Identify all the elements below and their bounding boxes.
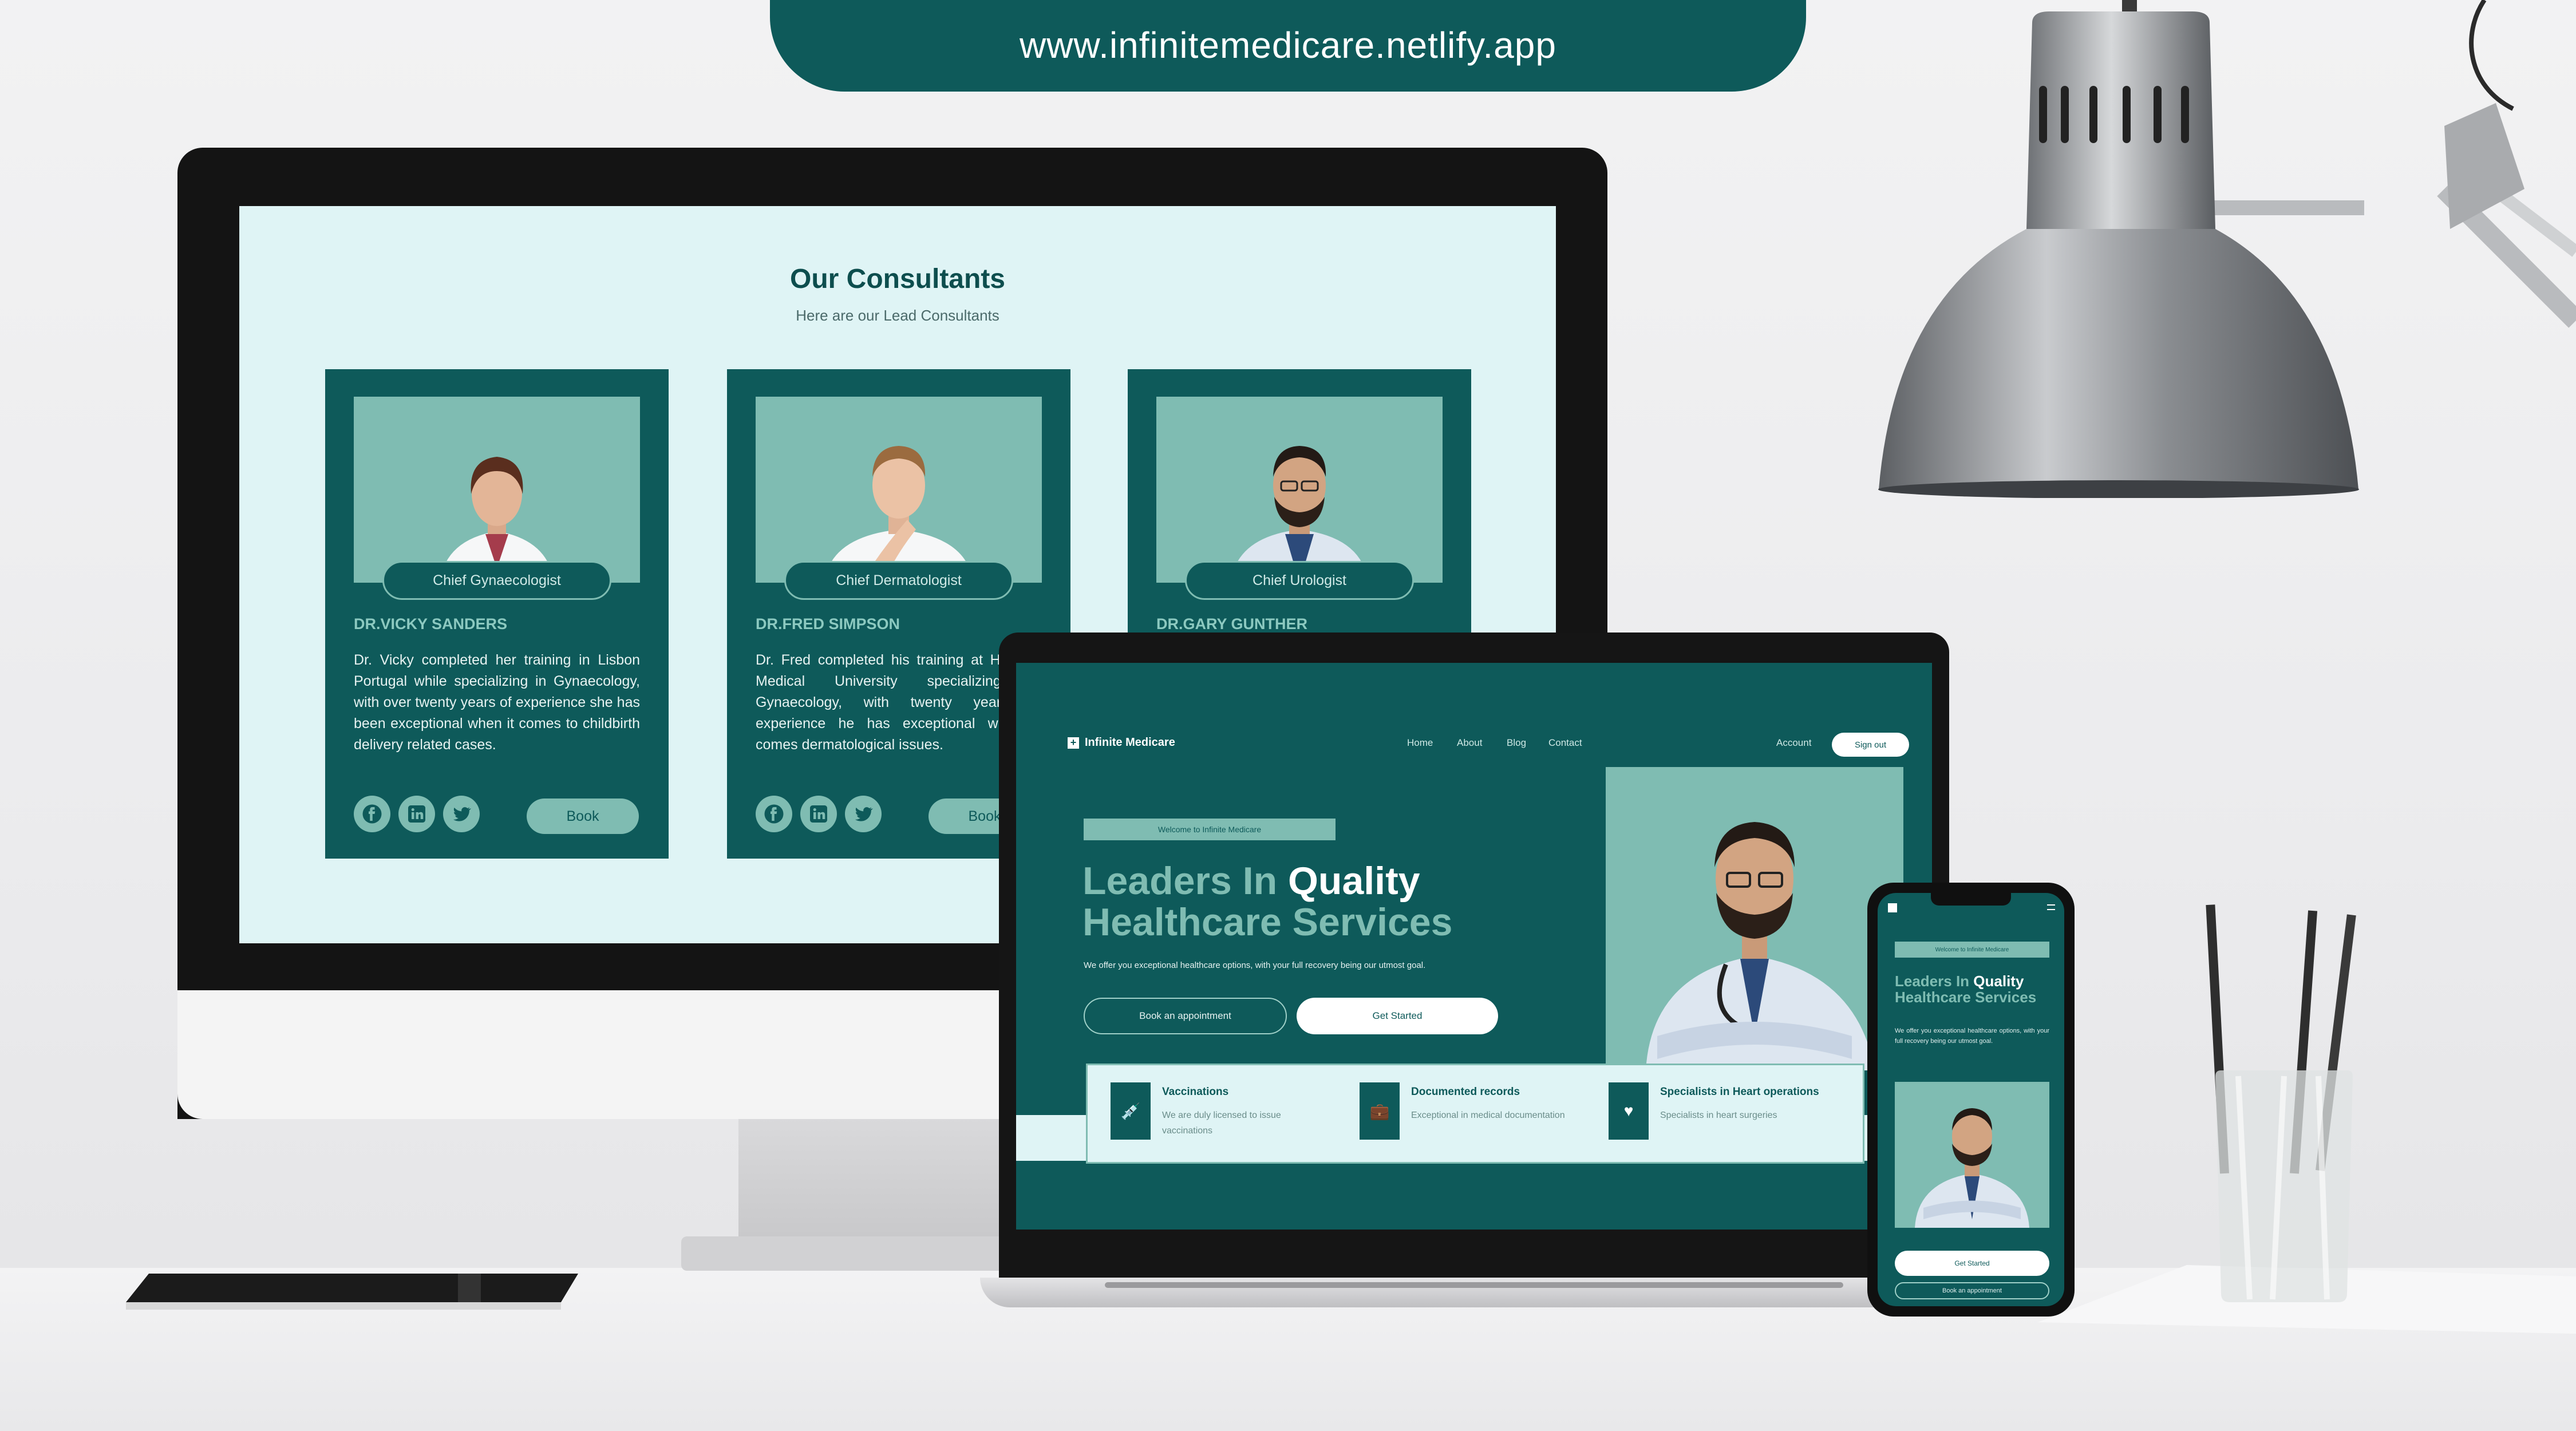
hero-headline: Leaders In Quality Healthcare Services bbox=[1082, 860, 1452, 943]
headline-highlight: Quality bbox=[1288, 859, 1420, 903]
role-badge: Chief Gynaecologist bbox=[382, 561, 611, 600]
notebook bbox=[126, 1274, 578, 1310]
feature-desc: We are duly licensed to issue vaccinatio… bbox=[1162, 1110, 1281, 1136]
hero-image bbox=[1895, 1082, 2049, 1228]
laptop-screen: + Infinite Medicare Home About Blog Cont… bbox=[1016, 663, 1932, 1230]
facebook-icon[interactable] bbox=[756, 796, 792, 832]
hero-intro: We offer you exceptional healthcare opti… bbox=[1895, 1027, 2049, 1045]
consultant-photo bbox=[756, 397, 1042, 583]
social-links bbox=[354, 796, 480, 832]
welcome-badge: Welcome to Infinite Medicare bbox=[1895, 942, 2049, 958]
feature-desc: Specialists in heart surgeries bbox=[1660, 1110, 1777, 1120]
welcome-badge: Welcome to Infinite Medicare bbox=[1084, 819, 1336, 840]
account-link[interactable]: Account bbox=[1776, 737, 1811, 749]
consultant-bio: Dr. Vicky completed her training in Lisb… bbox=[354, 652, 640, 753]
site-url[interactable]: www.infinitemedicare.netlify.app bbox=[1020, 24, 1556, 66]
nav-home[interactable]: Home bbox=[1407, 737, 1433, 749]
nav-blog[interactable]: Blog bbox=[1507, 737, 1526, 749]
get-started-button[interactable]: Get Started bbox=[1297, 998, 1498, 1034]
phone-notch bbox=[1931, 893, 2011, 906]
feature-title: Specialists in Heart operations bbox=[1660, 1086, 1819, 1098]
headline-part: Healthcare Services bbox=[1895, 989, 2037, 1006]
book-button[interactable]: Book bbox=[527, 798, 639, 834]
hamburger-menu-icon[interactable] bbox=[2047, 904, 2055, 910]
book-appointment-button[interactable]: Book an appointment bbox=[1084, 998, 1287, 1034]
syringe-icon: 💉 bbox=[1111, 1082, 1151, 1140]
consultant-name: DR.VICKY SANDERS bbox=[354, 615, 508, 633]
twitter-icon[interactable] bbox=[845, 796, 882, 832]
heart-monitor-icon: ♥ bbox=[1609, 1082, 1649, 1140]
pencil-cup bbox=[2206, 904, 2356, 1302]
role-badge: Chief Dermatologist bbox=[784, 561, 1013, 600]
feature-title: Documented records bbox=[1411, 1086, 1520, 1098]
headline-highlight: Quality bbox=[1973, 973, 2024, 990]
nav-about[interactable]: About bbox=[1457, 737, 1482, 749]
twitter-icon[interactable] bbox=[443, 796, 480, 832]
desk-lamp bbox=[1878, 0, 2576, 498]
plus-icon bbox=[1888, 903, 1897, 912]
brand-name: Infinite Medicare bbox=[1085, 736, 1175, 749]
brand-logo[interactable]: + Infinite Medicare bbox=[1068, 736, 1175, 749]
headline-part: Leaders In bbox=[1082, 859, 1289, 903]
laptop-hinge bbox=[1105, 1282, 1843, 1288]
briefcase-icon: 💼 bbox=[1360, 1082, 1400, 1140]
consultant-name: DR.FRED SIMPSON bbox=[756, 615, 900, 633]
phone-screen: Welcome to Infinite Medicare Leaders In … bbox=[1878, 893, 2064, 1306]
features-panel: 💉 Vaccinations We are duly licensed to i… bbox=[1086, 1064, 1864, 1164]
get-started-button[interactable]: Get Started bbox=[1895, 1251, 2049, 1276]
headline-part: Leaders In bbox=[1895, 973, 1974, 990]
hero-image bbox=[1606, 767, 1903, 1070]
consultant-photo bbox=[354, 397, 640, 583]
section-subtitle: Here are our Lead Consultants bbox=[796, 307, 999, 324]
sign-out-button[interactable]: Sign out bbox=[1832, 733, 1909, 757]
consultant-photo bbox=[1156, 397, 1443, 583]
plus-icon: + bbox=[1068, 737, 1079, 749]
hero-intro: We offer you exceptional healthcare opti… bbox=[1084, 960, 1426, 970]
linkedin-icon[interactable] bbox=[398, 796, 435, 832]
feature-desc: Exceptional in medical documentation bbox=[1411, 1110, 1565, 1120]
section-title: Our Consultants bbox=[789, 264, 1005, 294]
role-badge: Chief Urologist bbox=[1185, 561, 1414, 600]
book-appointment-button[interactable]: Book an appointment bbox=[1895, 1282, 2049, 1299]
consultant-card: Chief Gynaecologist DR.VICKY SANDERS Dr.… bbox=[325, 369, 669, 859]
social-links bbox=[756, 796, 882, 832]
nav-contact[interactable]: Contact bbox=[1548, 737, 1582, 749]
facebook-icon[interactable] bbox=[354, 796, 390, 832]
headline-part: Healthcare Services bbox=[1082, 900, 1453, 944]
consultant-name: DR.GARY GUNTHER bbox=[1156, 615, 1308, 633]
hero-headline: Leaders In Quality Healthcare Services bbox=[1895, 973, 2036, 1005]
url-banner: www.infinitemedicare.netlify.app bbox=[770, 0, 1806, 92]
linkedin-icon[interactable] bbox=[800, 796, 837, 832]
feature-title: Vaccinations bbox=[1162, 1086, 1229, 1098]
